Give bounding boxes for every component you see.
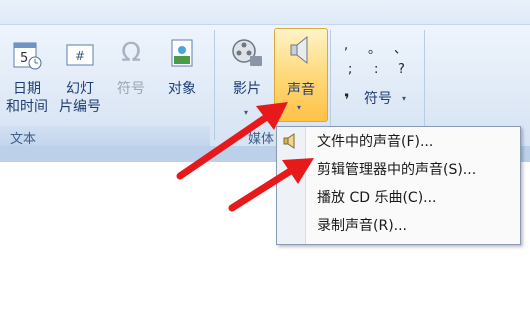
slide-number-label-2: 片编号 <box>59 99 101 115</box>
symbol-gallery-dropdown-icon[interactable]: ▾ <box>402 94 406 103</box>
date-time-button[interactable]: 5 日期 和时间 <box>0 36 54 122</box>
symbol-comma[interactable]: , <box>344 38 348 53</box>
film-reel-icon <box>232 39 262 66</box>
symbol-semicolon[interactable]: ; <box>348 62 352 77</box>
slide-number-button[interactable]: # 幻灯 片编号 <box>54 36 106 122</box>
symbol-colon[interactable]: : <box>374 62 378 77</box>
symbol-button[interactable]: Ω 符号 <box>106 36 156 122</box>
red-arrow-icon-lower <box>228 158 314 212</box>
symbol-enum-comma[interactable]: 、 <box>394 38 407 57</box>
menu-item-play-cd-audio[interactable]: 播放 CD 乐曲(C)... <box>317 189 437 207</box>
symbol-quote[interactable]: ❜ <box>344 90 350 109</box>
object-icon <box>171 39 193 67</box>
ribbon-top-strip <box>0 0 530 25</box>
group-separator-2 <box>330 30 331 140</box>
slide-number-label-1: 幻灯 <box>66 81 94 97</box>
calendar-icon: 5 <box>13 42 42 70</box>
group-separator-3 <box>424 30 425 140</box>
menu-item-sound-from-clip-organizer[interactable]: 剪辑管理器中的声音(S)... <box>317 161 476 179</box>
menu-item-record-sound[interactable]: 录制声音(R)... <box>317 217 407 235</box>
date-time-label-1: 日期 <box>13 81 41 97</box>
omega-icon: Ω <box>121 38 141 68</box>
svg-text:#: # <box>75 49 85 63</box>
slide-number-icon: # <box>66 44 94 66</box>
symbol-period[interactable]: 。 <box>368 38 381 57</box>
text-group-label: 文本 <box>10 132 37 147</box>
menu-item-sound-from-file[interactable]: 文件中的声音(F)... <box>317 133 433 151</box>
symbol-gallery[interactable]: , 。 、 ; : ? ❜ 符号 ▾ <box>336 36 420 116</box>
svg-text:5: 5 <box>20 51 28 66</box>
symbol-gallery-label: 符号 <box>364 91 392 107</box>
speaker-icon <box>290 35 308 65</box>
date-time-label-2: 和时间 <box>6 99 48 115</box>
symbol-label: 符号 <box>117 81 145 97</box>
symbol-question[interactable]: ? <box>398 62 405 77</box>
